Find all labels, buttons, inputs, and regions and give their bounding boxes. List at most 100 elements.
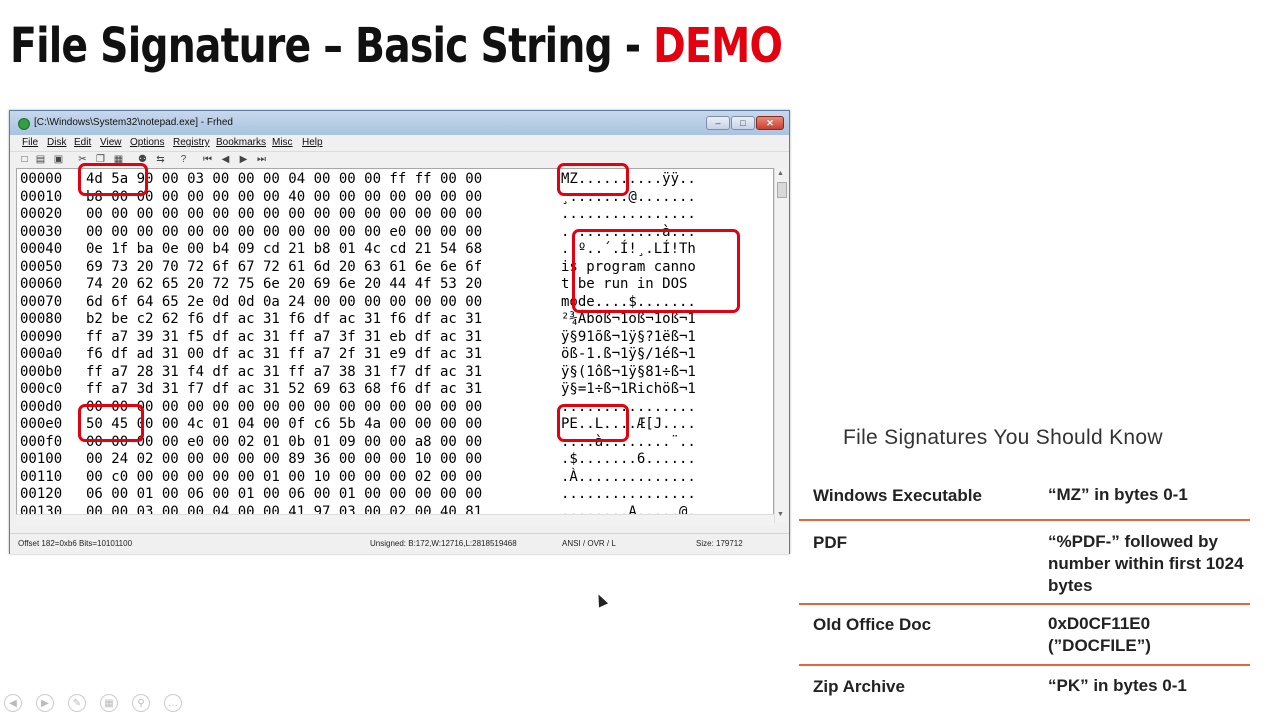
signature-desc: “%PDF-” followed by number within first … — [1048, 532, 1244, 595]
hex-row[interactable]: 00110 00 c0 00 00 00 00 00 01 00 10 00 00… — [20, 468, 696, 486]
hex-row[interactable]: 000c0 ff a7 3d 31 f7 df ac 31 52 69 63 68… — [20, 380, 696, 398]
hex-bytes[interactable]: ff a7 39 31 f5 df ac 31 ff a7 3f 31 eb d… — [86, 328, 561, 346]
signature-desc: 0xD0CF11E0 (”DOCFILE”) — [1048, 614, 1151, 655]
hex-ascii[interactable]: ÿ§91õß¬1ÿ§?1ëß¬1 — [561, 329, 696, 345]
hex-offset: 00030 — [20, 223, 63, 240]
status-unsigned: Unsigned: B:172,W:12716,L:2818519468 — [370, 539, 517, 548]
hex-offset: 00000 — [20, 171, 63, 187]
hex-bytes[interactable]: 00 00 00 00 00 00 00 00 00 00 00 00 e0 0… — [86, 223, 561, 241]
hex-ascii[interactable]: ................ — [561, 486, 696, 502]
menu-file[interactable]: File — [22, 137, 38, 148]
signature-name: Old Office Doc — [813, 615, 932, 634]
scroll-down-icon[interactable]: ▼ — [777, 511, 784, 518]
hex-bytes[interactable]: 00 00 00 00 e0 00 02 01 0b 01 09 00 00 a… — [86, 433, 561, 451]
hex-row[interactable]: 000a0 f6 df ad 31 00 df ac 31 ff a7 2f 31… — [20, 345, 696, 363]
hex-offset: 00020 — [20, 206, 63, 222]
open-icon[interactable]: ▤ — [35, 154, 46, 165]
hex-bytes[interactable]: 4d 5a 90 00 03 00 00 00 04 00 00 00 ff f… — [86, 170, 561, 188]
prev-slide-icon[interactable]: ◀ — [4, 694, 22, 712]
hex-row[interactable]: 00090 ff a7 39 31 f5 df ac 31 ff a7 3f 31… — [20, 328, 696, 346]
hex-bytes[interactable]: 00 00 00 00 00 00 00 00 00 00 00 00 00 0… — [86, 398, 561, 416]
hex-offset: 000b0 — [20, 363, 63, 380]
hex-ascii[interactable]: ²¾Âböß¬1öß¬1öß¬1 — [561, 311, 696, 327]
hex-offset: 000c0 — [20, 381, 63, 397]
hex-offset: 00050 — [20, 258, 63, 275]
more-icon[interactable]: … — [164, 694, 182, 712]
hex-view[interactable]: 00000 4d 5a 90 00 03 00 00 00 04 00 00 00… — [16, 168, 774, 523]
minimize-button[interactable]: – — [706, 116, 730, 130]
pen-icon[interactable]: ✎ — [68, 694, 86, 712]
hex-bytes[interactable]: 06 00 01 00 06 00 01 00 06 00 01 00 00 0… — [86, 485, 561, 503]
prev-icon[interactable]: ◀ — [220, 154, 231, 165]
hex-bytes[interactable]: 00 c0 00 00 00 00 00 01 00 10 00 00 00 0… — [86, 468, 561, 486]
hex-bytes[interactable]: ff a7 28 31 f4 df ac 31 ff a7 38 31 f7 d… — [86, 363, 561, 381]
status-size: Size: 179712 — [696, 539, 743, 548]
status-mode: ANSI / OVR / L — [562, 539, 616, 548]
mz-ascii-highlight — [557, 163, 629, 196]
hex-bytes[interactable]: f6 df ad 31 00 df ac 31 ff a7 2f 31 e9 d… — [86, 345, 561, 363]
hex-offset: 00080 — [20, 311, 63, 327]
next-slide-icon[interactable]: ▶ — [36, 694, 54, 712]
next-icon[interactable]: ▶ — [238, 154, 249, 165]
close-button[interactable]: ✕ — [756, 116, 784, 130]
hex-bytes[interactable]: 6d 6f 64 65 2e 0d 0d 0a 24 00 00 00 00 0… — [86, 293, 561, 311]
signature-name: PDF — [813, 533, 847, 552]
hex-ascii[interactable]: ÿ§(1ôß¬1ÿ§81÷ß¬1 — [561, 364, 696, 380]
last-icon[interactable]: ⏭ — [256, 154, 267, 165]
help-icon[interactable]: ? — [178, 154, 189, 165]
window-title: [C:\Windows\System32\notepad.exe] - Frhe… — [34, 117, 233, 128]
hex-ascii[interactable]: öß-1.ß¬1ÿ§/1éß¬1 — [561, 346, 696, 362]
menu-misc[interactable]: Misc — [272, 137, 293, 148]
hex-ascii[interactable]: .À.............. — [561, 469, 696, 485]
hex-ascii[interactable]: .$.......6...... — [561, 451, 696, 467]
maximize-button[interactable]: □ — [731, 116, 755, 130]
hex-bytes[interactable]: 0e 1f ba 0e 00 b4 09 cd 21 b8 01 4c cd 2… — [86, 240, 561, 258]
scroll-up-icon[interactable]: ▲ — [777, 170, 784, 177]
horizontal-scrollbar[interactable] — [16, 514, 774, 525]
menubar: File Disk Edit View Options Registry Boo… — [10, 135, 789, 152]
hex-offset: 000f0 — [20, 433, 63, 450]
hex-offset: 000e0 — [20, 416, 63, 432]
menu-bookmarks[interactable]: Bookmarks — [216, 137, 266, 148]
slides-icon[interactable]: ▦ — [100, 694, 118, 712]
hex-offset: 000a0 — [20, 346, 63, 362]
signature-row: Old Office Doc 0xD0CF11E0 (”DOCFILE”) — [799, 605, 1250, 666]
hex-bytes[interactable]: ff a7 3d 31 f7 df ac 31 52 69 63 68 f6 d… — [86, 380, 561, 398]
menu-view[interactable]: View — [100, 137, 122, 148]
hex-offset: 00100 — [20, 451, 63, 467]
signature-desc: “PK” in bytes 0-1 — [1048, 676, 1187, 695]
hex-row[interactable]: 00020 00 00 00 00 00 00 00 00 00 00 00 00… — [20, 205, 696, 223]
menu-registry[interactable]: Registry — [173, 137, 210, 148]
hex-row[interactable]: 000b0 ff a7 28 31 f4 df ac 31 ff a7 38 31… — [20, 363, 696, 381]
new-icon[interactable]: □ — [19, 154, 30, 165]
signature-row: PDF “%PDF-” followed by number within fi… — [799, 521, 1250, 605]
menu-options[interactable]: Options — [130, 137, 164, 148]
hex-offset: 00120 — [20, 486, 63, 502]
hex-bytes[interactable]: 50 45 00 00 4c 01 04 00 0f c6 5b 4a 00 0… — [86, 415, 561, 433]
zoom-icon[interactable]: ⚲ — [132, 694, 150, 712]
hex-ascii[interactable]: ÿ§=1÷ß¬1Richöß¬1 — [561, 381, 696, 397]
first-icon[interactable]: ⏮ — [202, 154, 213, 165]
replace-icon[interactable]: ⇆ — [155, 154, 166, 165]
hex-offset: 000d0 — [20, 398, 63, 415]
hex-ascii[interactable]: ................ — [561, 206, 696, 222]
hex-bytes[interactable]: 00 00 00 00 00 00 00 00 00 00 00 00 00 0… — [86, 205, 561, 223]
hex-offset: 00070 — [20, 293, 63, 310]
hex-row[interactable]: 00100 00 24 02 00 00 00 00 00 89 36 00 00… — [20, 450, 696, 468]
save-icon[interactable]: ▣ — [53, 154, 64, 165]
window-titlebar[interactable]: [C:\Windows\System32\notepad.exe] - Frhe… — [10, 111, 789, 135]
hex-bytes[interactable]: 69 73 20 70 72 6f 67 72 61 6d 20 63 61 6… — [86, 258, 561, 276]
hex-bytes[interactable]: b2 be c2 62 f6 df ac 31 f6 df ac 31 f6 d… — [86, 310, 561, 328]
menu-edit[interactable]: Edit — [74, 137, 91, 148]
slide-title-text: File Signature – Basic String - — [10, 18, 654, 74]
vertical-scrollbar[interactable]: ▲ ▼ — [774, 168, 787, 523]
hex-offset: 00060 — [20, 276, 63, 292]
hex-bytes[interactable]: 00 24 02 00 00 00 00 00 89 36 00 00 00 1… — [86, 450, 561, 468]
hex-bytes[interactable]: b8 00 00 00 00 00 00 00 40 00 00 00 00 0… — [86, 188, 561, 206]
scrollbar-thumb[interactable] — [777, 182, 787, 198]
hex-row[interactable]: 00120 06 00 01 00 06 00 01 00 06 00 01 00… — [20, 485, 696, 503]
menu-disk[interactable]: Disk — [47, 137, 66, 148]
menu-help[interactable]: Help — [302, 137, 323, 148]
pe-hex-highlight — [78, 404, 144, 442]
hex-bytes[interactable]: 74 20 62 65 20 72 75 6e 20 69 6e 20 44 4… — [86, 275, 561, 293]
